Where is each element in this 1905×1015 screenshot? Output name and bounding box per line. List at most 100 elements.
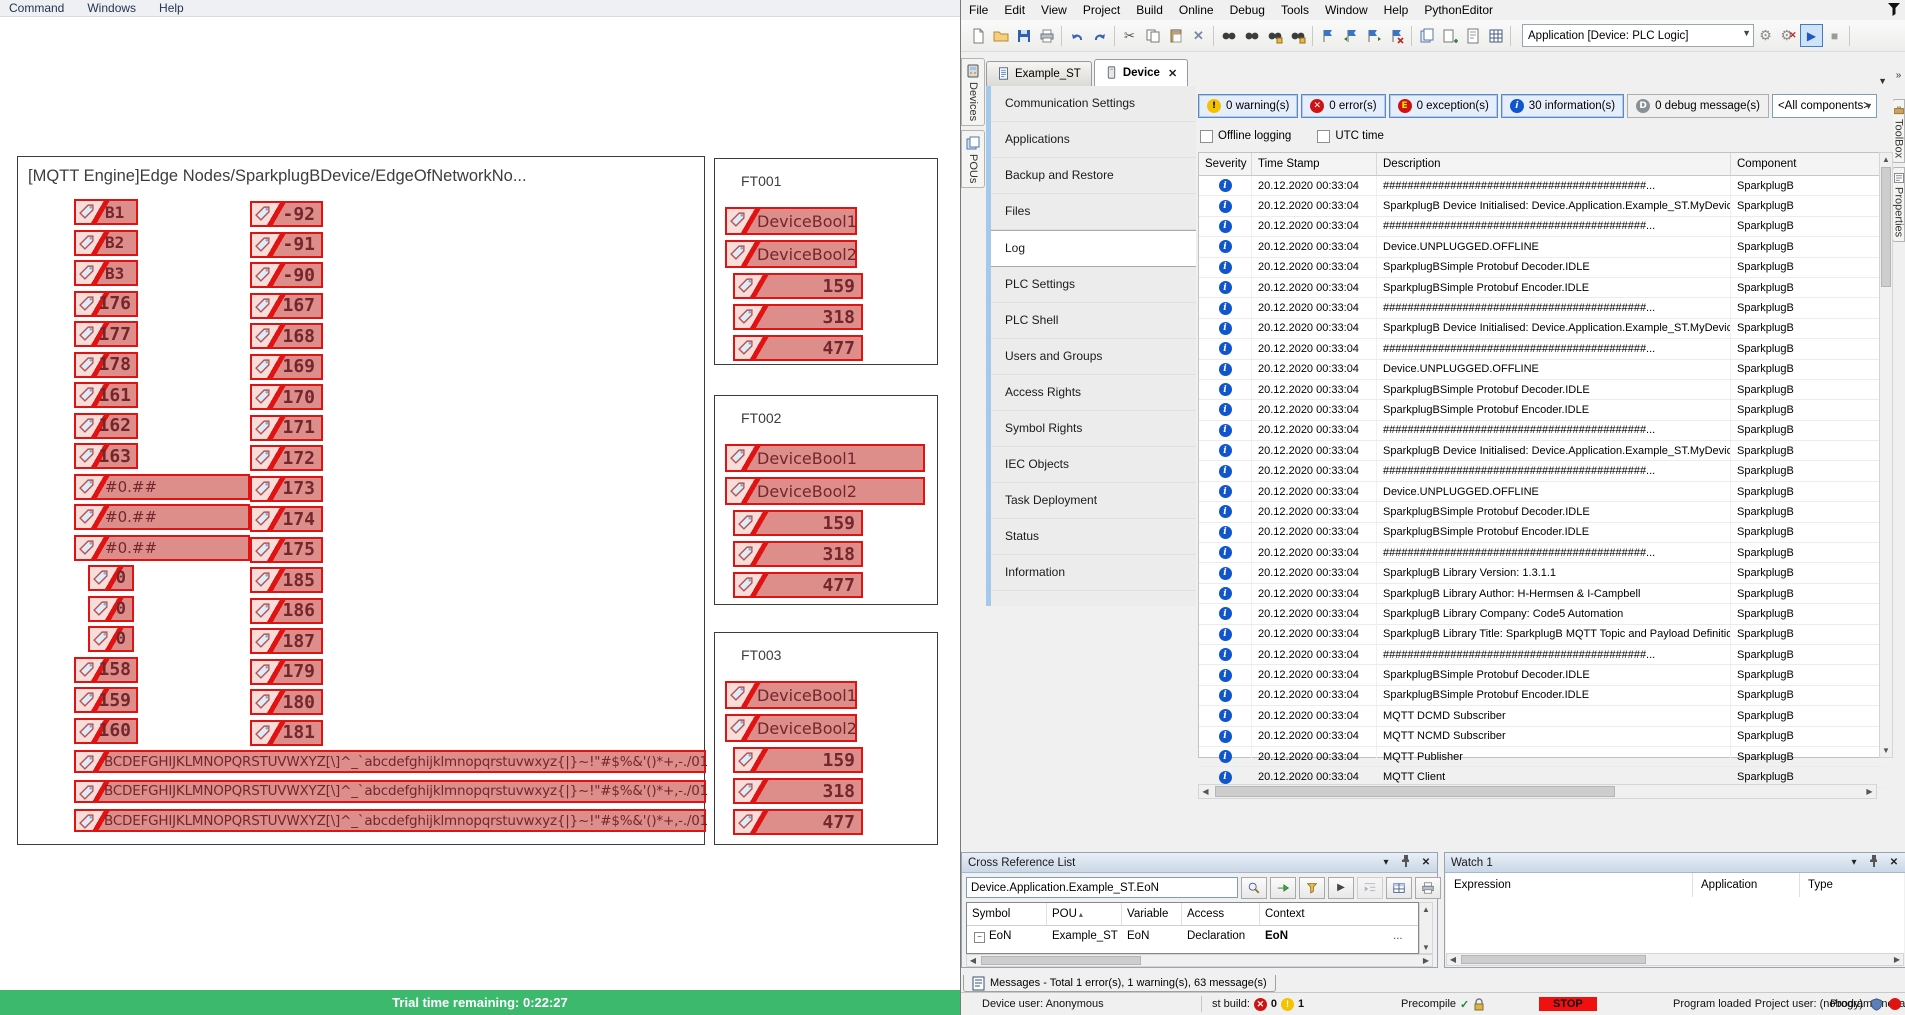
device-nav-plc-settings[interactable]: PLC Settings: [991, 267, 1196, 303]
bookmark-clear-icon[interactable]: [1385, 24, 1408, 47]
scroll-thumb[interactable]: [1461, 955, 1646, 964]
go-arrow-icon[interactable]: [1270, 877, 1296, 899]
log-horizontal-scrollbar[interactable]: ◀ ▶: [1198, 784, 1877, 799]
filter-warning-button[interactable]: !0 warning(s): [1198, 94, 1298, 118]
log-row[interactable]: i20.12.2020 00:33:04MQTT PublisherSparkp…: [1199, 747, 1885, 767]
log-row[interactable]: i20.12.2020 00:33:04SparkplugBSimple Pro…: [1199, 665, 1885, 685]
sidebar-tab-properties[interactable]: Properties: [1892, 167, 1905, 242]
tag-widget[interactable]: 159: [74, 687, 138, 713]
stop-icon[interactable]: ■: [1823, 24, 1846, 47]
tab-list-chevron-icon[interactable]: ▼: [1878, 76, 1891, 86]
tag-widget[interactable]: 159: [733, 273, 863, 299]
tag-widget[interactable]: #0.##: [74, 474, 250, 500]
crossref-column-pou[interactable]: POU ▴: [1047, 903, 1122, 925]
printer-icon[interactable]: [1415, 877, 1441, 899]
tag-widget[interactable]: 187: [250, 628, 323, 654]
tag-widget[interactable]: 477: [733, 572, 863, 598]
log-row[interactable]: i20.12.2020 00:33:04SparkplugBSimple Pro…: [1199, 380, 1885, 400]
tag-widget[interactable]: 0: [88, 596, 134, 622]
log-row[interactable]: i20.12.2020 00:33:04####################…: [1199, 339, 1885, 359]
log-row[interactable]: i20.12.2020 00:33:04SparkplugBSimple Pro…: [1199, 278, 1885, 298]
crossref-search-input[interactable]: [966, 877, 1238, 898]
sidebar-tab-toolbox[interactable]: ToolBox: [1892, 99, 1905, 163]
log-row[interactable]: i20.12.2020 00:33:04SparkplugB Library V…: [1199, 563, 1885, 583]
sidebar-tab-pous[interactable]: POUs: [961, 130, 985, 188]
tag-widget[interactable]: 173: [250, 476, 323, 502]
tag-widget[interactable]: 162: [74, 413, 138, 439]
replace-icon[interactable]: [1263, 24, 1286, 47]
tag-widget[interactable]: DeviceBool2: [725, 714, 857, 742]
log-row[interactable]: i20.12.2020 00:33:04####################…: [1199, 421, 1885, 441]
tag-widget[interactable]: DeviceBool1: [725, 444, 925, 472]
tag-widget[interactable]: 181: [250, 720, 323, 746]
tag-widget[interactable]: DeviceBool2: [725, 477, 925, 505]
tag-widget[interactable]: 159: [733, 510, 863, 536]
tag-widget[interactable]: B3: [74, 260, 138, 286]
tag-widget[interactable]: 158: [74, 657, 138, 683]
log-row[interactable]: i20.12.2020 00:33:04SparkplugB Device In…: [1199, 319, 1885, 339]
cross-reference-titlebar[interactable]: Cross Reference List ▾ ✕: [962, 853, 1437, 873]
tag-widget[interactable]: -90: [250, 262, 323, 288]
play-small-icon[interactable]: ▶: [1328, 877, 1354, 899]
tag-widget[interactable]: 174: [250, 506, 323, 532]
log-row[interactable]: i20.12.2020 00:33:04Device.UNPLUGGED.OFF…: [1199, 482, 1885, 502]
device-nav-symbol-rights[interactable]: Symbol Rights: [991, 411, 1196, 447]
cut-icon[interactable]: ✂: [1118, 24, 1141, 47]
menu-item-file[interactable]: File: [961, 3, 996, 17]
watch-column-type[interactable]: Type: [1800, 873, 1904, 897]
tag-widget[interactable]: 168: [250, 323, 323, 349]
scroll-thumb[interactable]: [981, 956, 1141, 965]
log-row[interactable]: i20.12.2020 00:33:04####################…: [1199, 176, 1885, 196]
open-file-icon[interactable]: [989, 24, 1012, 47]
menu-item-view[interactable]: View: [1033, 3, 1075, 17]
log-row[interactable]: i20.12.2020 00:33:04SparkplugB Device In…: [1199, 441, 1885, 461]
tag-widget[interactable]: DeviceBool2: [725, 240, 857, 268]
log-row[interactable]: i20.12.2020 00:33:04SparkplugBSimple Pro…: [1199, 523, 1885, 543]
menu-item-debug[interactable]: Debug: [1222, 3, 1273, 17]
menu-item-help[interactable]: Help: [1376, 3, 1417, 17]
pin-icon[interactable]: [1399, 855, 1413, 870]
log-row[interactable]: i20.12.2020 00:33:04####################…: [1199, 298, 1885, 318]
save-icon[interactable]: [1012, 24, 1035, 47]
tag-widget[interactable]: 318: [733, 304, 863, 330]
tag-widget[interactable]: 186: [250, 598, 323, 624]
device-nav-plc-shell[interactable]: PLC Shell: [991, 303, 1196, 339]
log-row[interactable]: i20.12.2020 00:33:04MQTT DCMD Subscriber…: [1199, 706, 1885, 726]
tag-widget[interactable]: B1: [74, 199, 138, 225]
filter-info-button[interactable]: i30 information(s): [1501, 94, 1624, 118]
redo-icon[interactable]: [1088, 24, 1111, 47]
device-nav-users-and-groups[interactable]: Users and Groups: [991, 339, 1196, 375]
crossref-column-access[interactable]: Access: [1182, 903, 1260, 925]
device-nav-applications[interactable]: Applications: [991, 122, 1196, 158]
utc-time-checkbox[interactable]: UTC time: [1317, 130, 1384, 143]
tag-widget[interactable]: 318: [733, 541, 863, 567]
watch-table-body[interactable]: [1446, 897, 1904, 953]
menu-item-command[interactable]: Command: [0, 1, 78, 15]
scroll-right-icon[interactable]: ▶: [1863, 785, 1876, 798]
crossref-column-context[interactable]: Context: [1260, 903, 1418, 925]
log-row[interactable]: i20.12.2020 00:33:04SparkplugBSimple Pro…: [1199, 686, 1885, 706]
log-row[interactable]: i20.12.2020 00:33:04SparkplugB Device In…: [1199, 196, 1885, 216]
device-nav-backup-and-restore[interactable]: Backup and Restore: [991, 158, 1196, 194]
watch-titlebar[interactable]: Watch 1 ▾ ✕: [1445, 853, 1905, 873]
copy-project-icon[interactable]: [1415, 24, 1438, 47]
tag-widget[interactable]: BCDEFGHIJKLMNOPQRSTUVWXYZ[\]^_`abcdefghi…: [74, 809, 706, 832]
tag-widget[interactable]: 0: [88, 565, 134, 591]
log-column-time-stamp[interactable]: Time Stamp: [1252, 153, 1377, 175]
panel-menu-icon[interactable]: ▾: [1379, 857, 1393, 868]
grid-icon[interactable]: [1484, 24, 1507, 47]
scroll-up-icon[interactable]: ▲: [1420, 903, 1432, 915]
tag-widget[interactable]: 318: [733, 778, 863, 804]
log-row[interactable]: i20.12.2020 00:33:04Device.UNPLUGGED.OFF…: [1199, 237, 1885, 257]
tag-widget[interactable]: 161: [74, 382, 138, 408]
indent-icon[interactable]: [1357, 877, 1383, 899]
device-nav-files[interactable]: Files: [991, 194, 1196, 230]
scroll-thumb[interactable]: [1881, 167, 1891, 287]
log-row[interactable]: i20.12.2020 00:33:04SparkplugBSimple Pro…: [1199, 502, 1885, 522]
menu-item-window[interactable]: Window: [1317, 3, 1376, 17]
menu-item-tools[interactable]: Tools: [1273, 3, 1317, 17]
tag-widget[interactable]: DeviceBool1: [725, 207, 857, 235]
tag-widget[interactable]: 179: [250, 659, 323, 685]
tag-widget[interactable]: 180: [250, 689, 323, 715]
device-nav-information[interactable]: Information: [991, 555, 1196, 591]
